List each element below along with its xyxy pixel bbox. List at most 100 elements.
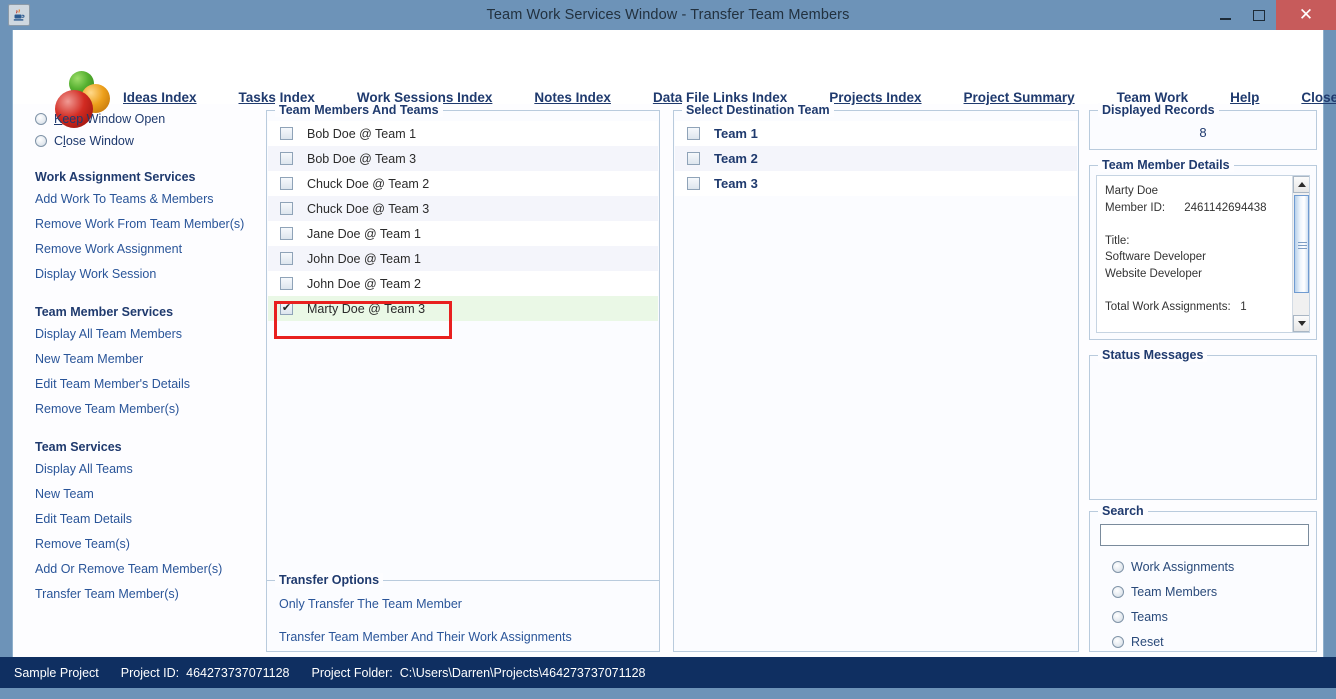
- checkbox-icon[interactable]: [687, 177, 700, 190]
- radio-icon: [1112, 585, 1124, 598]
- radio-label: Work Assignments: [1131, 559, 1235, 574]
- checkbox-icon[interactable]: [280, 177, 293, 190]
- sidebar-item-remove-work-from-team-members[interactable]: Remove Work From Team Member(s): [35, 212, 268, 237]
- radio-icon: [1112, 635, 1124, 648]
- list-item-label: Team 1: [714, 126, 758, 141]
- radio-icon: [35, 135, 47, 147]
- list-item-label: Jane Doe @ Team 1: [307, 226, 421, 241]
- transfer-options-panel: Transfer Options Only Transfer The Team …: [266, 573, 660, 652]
- menu-item-notes-index[interactable]: Notes Index: [534, 90, 611, 105]
- scrollbar-thumb[interactable]: [1294, 195, 1309, 293]
- checkbox-icon[interactable]: [687, 152, 700, 165]
- list-item[interactable]: Chuck Doe @ Team 3: [268, 196, 658, 221]
- list-item[interactable]: Bob Doe @ Team 3: [268, 146, 658, 171]
- list-item-label: Chuck Doe @ Team 2: [307, 176, 430, 191]
- details-scrollbar[interactable]: [1292, 176, 1309, 332]
- list-item-label: Bob Doe @ Team 3: [307, 151, 417, 166]
- transfer-option-member-and-work[interactable]: Transfer Team Member And Their Work Assi…: [279, 630, 659, 644]
- displayed-records-panel: Displayed Records 8: [1089, 103, 1317, 150]
- search-input[interactable]: [1100, 524, 1309, 546]
- destination-team-list[interactable]: Team 1 Team 2 Team 3: [675, 121, 1077, 196]
- list-item[interactable]: Chuck Doe @ Team 2: [268, 171, 658, 196]
- scroll-up-button[interactable]: [1293, 176, 1309, 193]
- sidebar-item-edit-team-members-details[interactable]: Edit Team Member's Details: [35, 372, 268, 397]
- menu-label: Help: [1230, 90, 1260, 105]
- panel-legend: Displayed Records: [1098, 103, 1219, 117]
- team-members-and-teams-panel: Team Members And Teams Bob Doe @ Team 1 …: [266, 103, 660, 601]
- sidebar-item-display-work-session[interactable]: Display Work Session: [35, 262, 268, 287]
- sidebar-item-new-team[interactable]: New Team: [35, 482, 268, 507]
- radio-icon: [1112, 610, 1124, 623]
- status-project-name: Sample Project: [14, 665, 99, 680]
- menu-item-help[interactable]: Help: [1230, 90, 1259, 105]
- checkbox-icon[interactable]: [687, 127, 700, 140]
- maximize-button[interactable]: [1242, 0, 1276, 30]
- panel-legend: Select Destination Team: [682, 103, 834, 117]
- list-item-selected[interactable]: ✔ Marty Doe @ Team 3: [268, 296, 658, 321]
- list-item-label: Team 3: [714, 176, 758, 191]
- minimize-button[interactable]: [1208, 0, 1242, 30]
- sidebar-heading-work-assignment-services: Work Assignment Services: [35, 170, 196, 184]
- sidebar-item-display-all-teams[interactable]: Display All Teams: [35, 457, 268, 482]
- list-item-label: Bob Doe @ Team 1: [307, 126, 417, 141]
- menu-label: Close Program: [1301, 90, 1336, 105]
- sidebar-item-add-work-to-teams-members[interactable]: Add Work To Teams & Members: [35, 187, 268, 212]
- sidebar-item-remove-work-assignment[interactable]: Remove Work Assignment: [35, 237, 268, 262]
- menu-item-project-summary[interactable]: Project Summary: [964, 90, 1075, 105]
- checkbox-icon[interactable]: [280, 252, 293, 265]
- radio-teams[interactable]: Teams: [1112, 604, 1316, 629]
- radio-label: Keep Window Open: [54, 112, 166, 126]
- transfer-option-only-member[interactable]: Only Transfer The Team Member: [279, 597, 659, 611]
- radio-close-window[interactable]: Close Window: [35, 130, 268, 152]
- checkbox-icon-checked[interactable]: ✔: [280, 302, 293, 315]
- status-messages-text: [1098, 364, 1308, 491]
- list-item-label: Team 2: [714, 151, 758, 166]
- list-item-team-1[interactable]: Team 1: [675, 121, 1077, 146]
- menu-bar: Ideas Index Tasks Index Work Sessions In…: [13, 30, 1336, 128]
- radio-keep-window-open[interactable]: Keep Window Open: [35, 108, 268, 130]
- menu-label: Project Summary: [963, 90, 1075, 105]
- panel-legend: Status Messages: [1098, 348, 1208, 362]
- close-button[interactable]: ✕: [1276, 0, 1336, 30]
- team-members-list[interactable]: Bob Doe @ Team 1 Bob Doe @ Team 3 Chuck …: [268, 121, 658, 321]
- list-item-team-3[interactable]: Team 3: [675, 171, 1077, 196]
- list-item[interactable]: John Doe @ Team 1: [268, 246, 658, 271]
- status-messages-panel: Status Messages: [1089, 348, 1317, 500]
- radio-reset[interactable]: Reset: [1112, 629, 1316, 654]
- displayed-records-value: 8: [1199, 125, 1207, 140]
- radio-work-assignments[interactable]: Work Assignments: [1112, 554, 1316, 579]
- menu-item-projects-index[interactable]: Projects Index: [829, 90, 921, 105]
- sidebar-item-add-or-remove-team-members[interactable]: Add Or Remove Team Member(s): [35, 557, 268, 582]
- status-project-folder: C:\Users\Darren\Projects\464273737071128: [399, 665, 646, 680]
- sidebar-item-display-all-team-members[interactable]: Display All Team Members: [35, 322, 268, 347]
- list-item-team-2[interactable]: Team 2: [675, 146, 1077, 171]
- panel-legend: Search: [1098, 504, 1148, 518]
- list-item[interactable]: Bob Doe @ Team 1: [268, 121, 658, 146]
- sidebar-item-remove-team-members[interactable]: Remove Team Member(s): [35, 397, 268, 422]
- list-item-label: Marty Doe @ Team 3: [307, 301, 426, 316]
- team-member-details-box: Marty Doe Member ID: 2461142694438 Title…: [1096, 175, 1310, 333]
- menu-item-close-program[interactable]: Close Program: [1301, 90, 1336, 105]
- checkbox-icon[interactable]: [280, 277, 293, 290]
- status-project-folder-label: Project Folder:: [311, 665, 393, 680]
- list-item[interactable]: Jane Doe @ Team 1: [268, 221, 658, 246]
- scroll-down-button[interactable]: [1293, 315, 1309, 332]
- checkbox-icon[interactable]: [280, 202, 293, 215]
- radio-team-members[interactable]: Team Members: [1112, 579, 1316, 604]
- checkbox-icon[interactable]: [280, 152, 293, 165]
- sidebar-item-remove-teams[interactable]: Remove Team(s): [35, 532, 268, 557]
- sidebar-item-edit-team-details[interactable]: Edit Team Details: [35, 507, 268, 532]
- sidebar-item-transfer-team-members[interactable]: Transfer Team Member(s): [35, 582, 268, 607]
- menu-item-ideas-index[interactable]: Ideas Index: [123, 90, 197, 105]
- radio-label: Team Members: [1131, 584, 1218, 599]
- checkbox-icon[interactable]: [280, 127, 293, 140]
- search-panel: Search Work Assignments Team Members Tea…: [1089, 504, 1317, 654]
- sidebar-item-new-team-member[interactable]: New Team Member: [35, 347, 268, 372]
- list-item-label: John Doe @ Team 1: [307, 251, 421, 266]
- radio-label: Close Window: [54, 134, 134, 148]
- list-item[interactable]: John Doe @ Team 2: [268, 271, 658, 296]
- radio-icon: [35, 113, 47, 125]
- checkbox-icon[interactable]: [280, 227, 293, 240]
- menu-label: Projects Index: [829, 90, 922, 105]
- panel-legend: Transfer Options: [275, 573, 384, 587]
